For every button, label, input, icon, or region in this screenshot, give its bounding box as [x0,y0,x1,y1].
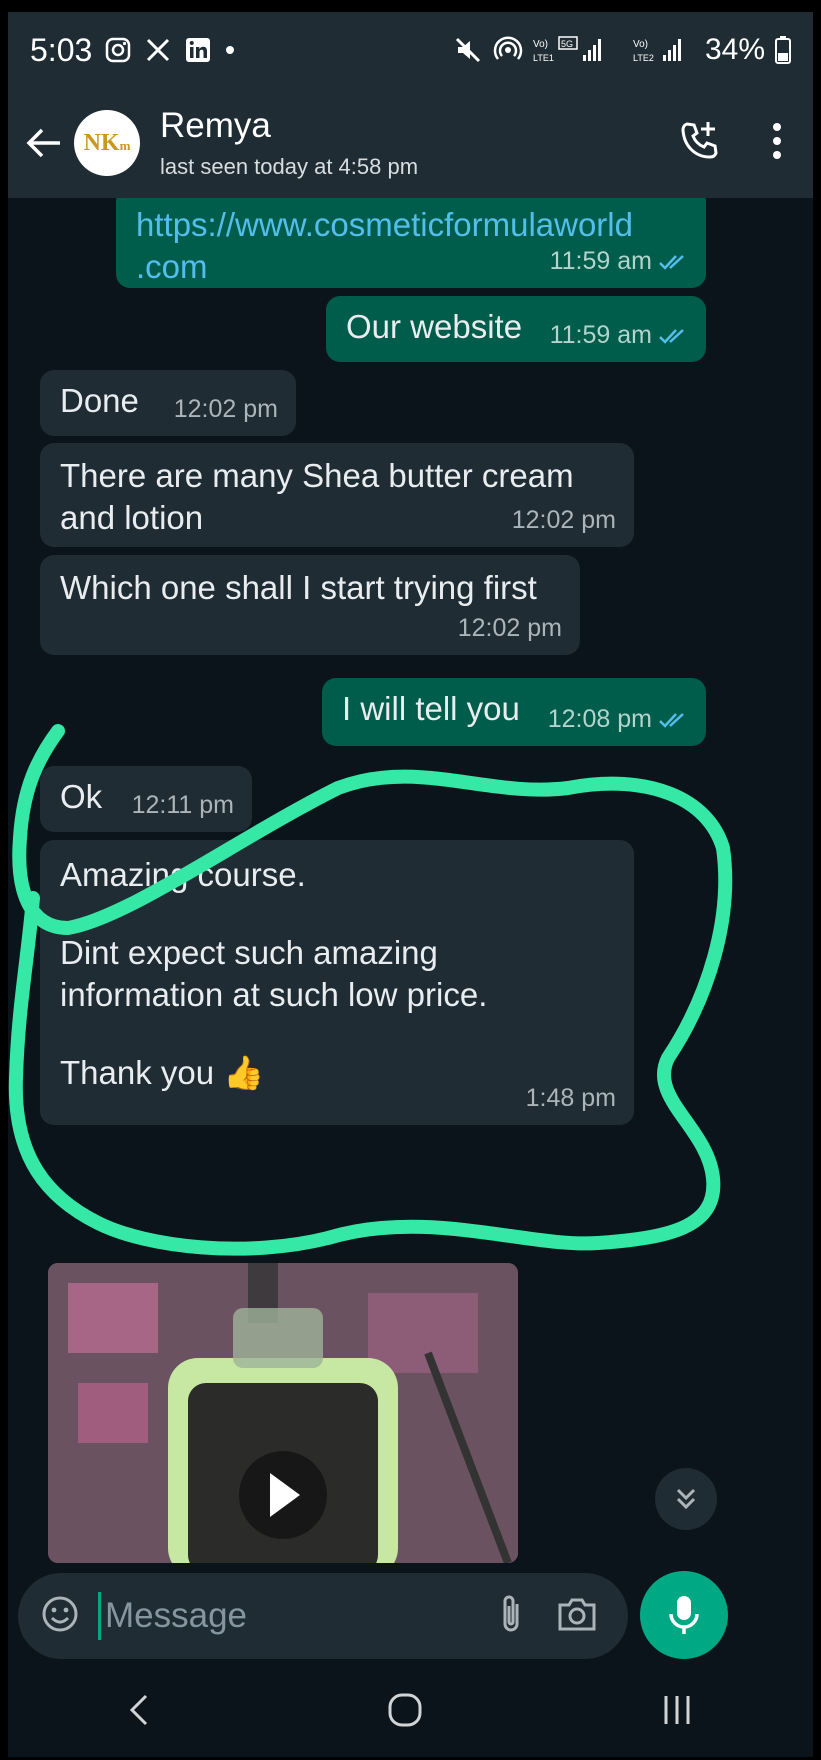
microphone-icon [669,1596,699,1634]
message-time: 12:02 pm [511,506,616,534]
emoji-button[interactable] [40,1594,80,1639]
message-composer: Message [8,1565,813,1665]
message-meta: 12:08 pm [548,698,688,740]
message-list[interactable]: https://www.cosmeticformulaworld .com 11… [8,198,813,1563]
message-bubble-incoming[interactable]: Ok 12:11 pm [40,766,252,832]
svg-text:LTE1: LTE1 [533,53,554,63]
more-vertical-icon [773,122,781,159]
whatsapp-chat-screen: 5:03 Vo) LTE1 5G Vo) LTE2 34% NK m Remya… [8,12,813,1757]
read-ticks-icon [659,713,684,729]
recents-icon [664,1695,690,1724]
message-bubble-outgoing[interactable]: https://www.cosmeticformulaworld .com 11… [116,198,706,288]
message-text: Our website [346,308,523,345]
video-message[interactable] [48,1263,518,1563]
home-icon [388,1693,422,1726]
thumbs-up-emoji: 👍 [223,1054,265,1091]
message-bubble-incoming[interactable]: There are many Shea butter cream and lot… [40,443,634,547]
smiley-icon [42,1596,78,1631]
attach-button[interactable] [496,1592,526,1641]
camera-button[interactable] [556,1596,598,1637]
avatar-logo-sub: m [119,138,131,153]
phone-plus-icon [681,121,718,159]
add-call-button[interactable] [677,118,723,169]
hotspot-icon [493,35,523,65]
message-bubble-incoming[interactable]: Done 12:02 pm [40,370,296,436]
camera-icon [558,1598,596,1630]
x-icon [144,36,172,64]
status-time: 5:03 [30,31,93,68]
message-time: 11:59 am [549,321,652,349]
notification-dot-icon [224,44,236,56]
message-text: There are many Shea butter cream [60,457,574,494]
message-text-line: Dint expect such amazing [60,934,438,971]
battery-percent: 34% [704,33,765,66]
message-bubble-incoming[interactable]: Amazing course. Dint expect such amazing… [40,840,634,1125]
double-chevron-down-icon [676,1488,696,1510]
nav-back-button[interactable] [124,1690,154,1735]
message-text: Ok [60,778,103,815]
text-caret [98,1592,101,1640]
paperclip-icon [503,1595,519,1631]
message-text-line: Thank you [60,1054,215,1091]
volte-signal-2-icon: Vo) LTE2 [633,35,695,65]
message-time: 1:48 pm [525,1084,616,1112]
svg-text:5G: 5G [561,39,573,49]
contact-name: Remya [160,106,271,145]
message-time: 12:11 pm [131,791,234,819]
last-seen-status: last seen today at 4:58 pm [160,154,419,179]
back-button[interactable] [16,123,72,163]
message-text: I will tell you [342,690,520,727]
instagram-icon [104,36,132,64]
message-text: Which one shall I start trying first [60,569,537,606]
read-ticks-icon [659,329,684,345]
message-bubble-outgoing[interactable]: Our website 11:59 am [326,296,706,362]
message-input[interactable]: Message [18,1573,628,1659]
message-time: 12:02 pm [457,614,562,642]
message-meta: 11:59 am [550,240,688,282]
message-time: 12:08 pm [547,705,652,733]
contact-info[interactable]: Remya last seen today at 4:58 pm [160,106,418,180]
back-arrow-icon [26,128,60,158]
svg-text:LTE2: LTE2 [633,53,654,63]
message-meta: 11:59 am [550,314,688,356]
svg-text:Vo): Vo) [633,39,648,50]
avatar[interactable]: NK m [74,110,140,176]
battery-icon [775,36,791,64]
linkedin-icon [184,36,212,64]
read-ticks-icon [659,255,684,271]
voice-message-button[interactable] [640,1571,728,1659]
message-time: 11:59 am [549,247,652,275]
chevron-left-icon [129,1694,147,1725]
status-bar: 5:03 Vo) LTE1 5G Vo) LTE2 34% [8,12,813,88]
system-navigation-bar [8,1667,813,1757]
message-time: 12:02 pm [173,395,278,423]
more-options-button[interactable] [771,121,783,166]
message-text-line: information at such low price. [60,976,488,1013]
avatar-logo-text: NK [83,129,120,156]
mute-icon [453,35,483,65]
message-text-line: Amazing course. [60,856,306,893]
svg-text:Vo): Vo) [533,39,548,50]
chat-header: NK m Remya last seen today at 4:58 pm [8,88,813,198]
nav-recents-button[interactable] [657,1690,697,1735]
message-bubble-outgoing[interactable]: I will tell you 12:08 pm [322,678,706,746]
message-placeholder: Message [105,1596,248,1635]
message-text: Done [60,382,139,419]
nav-home-button[interactable] [385,1690,425,1735]
scroll-to-bottom-button[interactable] [655,1468,717,1530]
message-bubble-incoming[interactable]: Which one shall I start trying first 12:… [40,555,580,655]
video-thumbnail [48,1263,518,1563]
volte-signal-icon: Vo) LTE1 5G [533,35,623,65]
